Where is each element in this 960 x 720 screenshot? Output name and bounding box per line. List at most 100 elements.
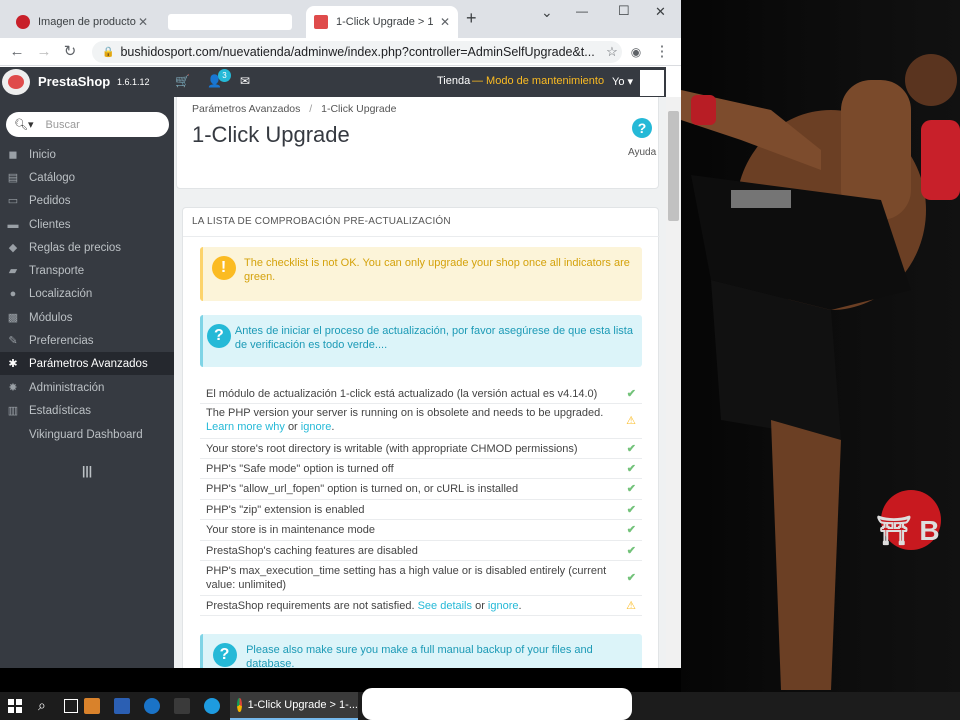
close-tab-icon[interactable]: ✕	[138, 15, 148, 29]
sidebar-item-label: Vikinguard Dashboard	[29, 428, 143, 441]
check-icon: ✔	[626, 572, 636, 584]
menu-icon[interactable]: ⋮	[652, 42, 672, 62]
sidebar-item-catalogo[interactable]: ▤ Catálogo	[0, 166, 174, 189]
ignore-link[interactable]: ignore	[301, 421, 332, 433]
globe-icon: ●	[9, 287, 17, 300]
address-bar[interactable]: 🔒 bushidosport.com/nuevatienda/adminwe/i…	[92, 41, 622, 63]
sidebar: 🔍︎▾ Buscar ◼ Inicio ▤ Catálogo ▭ Pedidos ▬ C…	[0, 97, 174, 668]
version-label: 1.6.1.12	[117, 77, 150, 87]
app-icon-1[interactable]	[84, 698, 100, 714]
sidebar-item-estadisticas[interactable]: ▥ Estadísticas	[0, 399, 174, 422]
redacted-tab-title	[168, 14, 292, 30]
sidebar-item-vikinguard[interactable]: Vikinguard Dashboard	[0, 423, 174, 446]
table-row: PHP's "Safe mode" option is turned off ✔	[200, 459, 642, 479]
sidebar-item-localizacion[interactable]: ● Localización	[0, 282, 174, 305]
desktop-wallpaper: ⛩ B	[681, 0, 960, 692]
truck-icon: ▰	[8, 265, 18, 277]
row-text: PrestaShop's caching features are disabl…	[206, 545, 418, 557]
browser-window: Imagen de producto c ✕ 1-Click Upgrade >…	[0, 0, 681, 668]
admin-header: PrestaShop 1.6.1.12 🛒 👤 3 ✉ Tienda — Mod…	[0, 67, 666, 97]
table-row: PHP's "zip" extension is enabled ✔	[200, 500, 642, 520]
fighter-image: ⛩ B	[681, 54, 960, 690]
help-icon[interactable]: ?	[632, 118, 652, 138]
sidebar-item-label: Inicio	[29, 148, 56, 161]
sidebar-item-preferencias[interactable]: ✎ Preferencias	[0, 329, 174, 352]
maintenance-link[interactable]: — Modo de mantenimiento	[472, 75, 604, 87]
row-text: Your store is in maintenance mode	[206, 524, 375, 536]
brand-name: PrestaShop	[38, 74, 111, 89]
row-text: Your store's root directory is writable …	[206, 443, 578, 455]
sidebar-item-label: Clientes	[29, 218, 71, 231]
app-icon-2[interactable]	[114, 698, 130, 714]
close-tab-icon[interactable]: ✕	[440, 15, 450, 29]
sidebar-item-label: Estadísticas	[29, 404, 91, 417]
task-view-icon[interactable]	[64, 699, 78, 713]
collapse-sidebar-icon[interactable]: |||	[82, 464, 92, 478]
gear-icon: ✸	[8, 382, 18, 394]
search-box[interactable]: 🔍︎▾ Buscar	[6, 112, 169, 137]
sidebar-item-inicio[interactable]: ◼ Inicio	[0, 143, 174, 166]
profile-icon[interactable]: ◉	[626, 42, 646, 62]
search-icon[interactable]: ⌕	[38, 697, 46, 714]
scrollbar-thumb[interactable]	[668, 111, 679, 221]
info-alert: ? Antes de iniciar el proceso de actuali…	[200, 315, 642, 367]
sidebar-item-clientes[interactable]: ▬ Clientes	[0, 213, 174, 236]
see-details-link[interactable]: See details	[418, 600, 472, 612]
user-menu[interactable]: Yo ▾	[612, 75, 633, 88]
browser-tab-1[interactable]: Imagen de producto c ✕	[8, 6, 156, 38]
sidebar-item-label: Localización	[29, 287, 93, 300]
sidebar-item-label: Catálogo	[29, 171, 76, 184]
tab-strip: Imagen de producto c ✕ 1-Click Upgrade >…	[0, 0, 681, 38]
row-text-main: The PHP version your server is running o…	[206, 407, 604, 419]
close-window-button[interactable]: ✕	[655, 4, 666, 20]
message-icon[interactable]: ✉	[240, 74, 250, 88]
browser-tab-3[interactable]: 1-Click Upgrade > 1-C ✕	[306, 6, 458, 38]
reload-icon[interactable]: ↻	[60, 42, 80, 62]
row-or: or	[287, 421, 298, 433]
ignore-link[interactable]: ignore	[488, 600, 519, 612]
row-end: .	[518, 600, 522, 612]
search-input[interactable]: Buscar	[46, 119, 80, 131]
sidebar-item-label: Pedidos	[29, 194, 71, 207]
bar-chart-icon: ▥	[7, 405, 19, 417]
sidebar-item-modulos[interactable]: ▩ Módulos	[0, 306, 174, 329]
check-icon: ✔	[626, 524, 636, 536]
new-tab-button[interactable]: +	[466, 8, 477, 29]
table-row: El módulo de actualización 1-click está …	[200, 384, 642, 404]
page-title: 1-Click Upgrade	[192, 122, 350, 147]
chrome-task-button[interactable]: 1-Click Upgrade > 1-...	[230, 692, 358, 720]
tab-search-icon[interactable]: ⌄	[541, 4, 553, 21]
row-or: or	[475, 600, 485, 612]
ie-icon[interactable]	[144, 698, 160, 714]
sidebar-item-transporte[interactable]: ▰ Transporte	[0, 259, 174, 282]
browser-tab-2[interactable]	[160, 6, 300, 38]
forward-icon[interactable]: →	[34, 42, 54, 62]
bookmark-star-icon[interactable]: ☆	[602, 42, 622, 62]
cart-icon[interactable]: 🛒	[175, 74, 190, 88]
app-icon-4[interactable]	[174, 698, 190, 714]
page-header: Parámetros Avanzados / 1-Click Upgrade 1…	[176, 97, 659, 189]
minimize-button[interactable]: —	[576, 4, 588, 18]
scrollbar[interactable]	[666, 97, 681, 668]
row-text: The PHP version your server is running o…	[206, 406, 616, 434]
store-link[interactable]: Tienda	[437, 75, 470, 87]
row-text: El módulo de actualización 1-click está …	[206, 388, 598, 400]
sidebar-item-administracion[interactable]: ✸ Administración	[0, 376, 174, 399]
svg-text:⛩ B: ⛩ B	[876, 515, 940, 546]
avatar[interactable]	[640, 70, 664, 96]
sidebar-item-parametros[interactable]: ✱ Parámetros Avanzados	[0, 352, 174, 375]
maximize-button[interactable]: ☐	[618, 3, 630, 19]
panel-heading: LA LISTA DE COMPROBACIÓN PRE-ACTUALIZACI…	[192, 216, 451, 227]
help-label[interactable]: Ayuda	[628, 147, 656, 158]
sidebar-item-reglas[interactable]: ◆ Reglas de precios	[0, 236, 174, 259]
sidebar-item-pedidos[interactable]: ▭ Pedidos	[0, 189, 174, 212]
search-icon[interactable]: 🔍︎▾	[14, 118, 34, 131]
learn-more-link[interactable]: Learn more why	[206, 421, 285, 433]
breadcrumb-parent[interactable]: Parámetros Avanzados	[192, 103, 300, 115]
check-icon: ✔	[626, 504, 636, 516]
warning-icon: !	[211, 256, 236, 280]
back-icon[interactable]: ←	[7, 42, 27, 62]
check-icon: ✔	[626, 483, 636, 495]
windows-start-icon[interactable]	[8, 699, 22, 713]
edge-icon[interactable]	[204, 698, 220, 714]
